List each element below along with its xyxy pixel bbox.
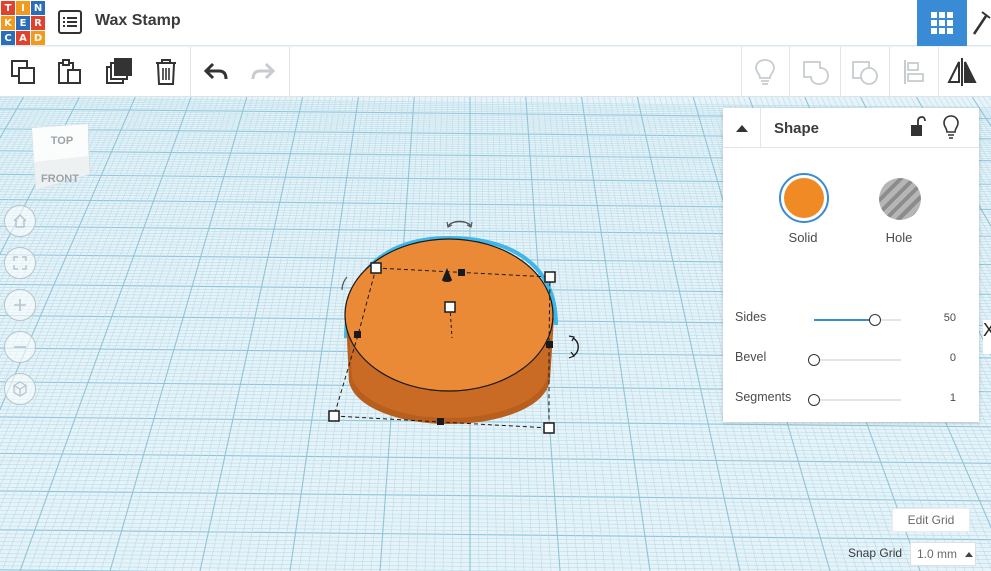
trash-icon [156,59,176,85]
toolbar [0,47,991,97]
ungroup-icon [852,61,878,85]
zoom-in-icon [14,299,26,311]
logo-letter: T [1,1,15,15]
slider-knob[interactable] [808,354,820,366]
paste-icon [58,59,81,84]
prop-value-bevel[interactable]: 0 [926,352,956,364]
group-icon [803,61,829,85]
snap-grid-select[interactable]: 1.0 mm [910,542,976,566]
paste-button[interactable] [46,47,92,97]
title-bar: TIN KER CAD Wax Stamp [0,0,991,46]
undo-button[interactable] [193,47,239,97]
undo-icon [203,62,228,80]
shape-inspector-panel: Shape Solid Hole Sides 50 Bevel 0 Segments 1 [723,108,979,422]
hole-pattern-icon [879,178,921,220]
shape-panel-header: Shape [723,108,979,148]
logo-letter: D [31,31,45,45]
prop-value-sides[interactable]: 50 [926,312,956,324]
solid-color-icon [784,178,824,218]
hammer-icon[interactable] [970,8,991,38]
grid-view-icon [931,12,953,34]
duplicate-button[interactable] [96,47,142,97]
caret-up-icon [965,551,974,557]
zoom-out-icon [14,346,26,348]
edit-grid-button[interactable]: Edit Grid [892,508,970,532]
project-title[interactable]: Wax Stamp [95,12,181,30]
group-button[interactable] [793,47,839,97]
copy-icon [11,60,35,84]
view-cube-top-label[interactable]: TOP [51,135,73,147]
ungroup-button[interactable] [842,47,888,97]
logo-letter: C [1,31,15,45]
duplicate-icon [106,58,132,84]
zoom-in-button[interactable] [4,289,36,321]
logo-letter: E [16,16,30,30]
mirror-button[interactable] [939,47,985,97]
unlock-icon[interactable] [910,116,926,138]
hole-label: Hole [885,230,913,245]
perspective-button[interactable] [4,373,36,405]
logo-letter: R [31,16,45,30]
list-icon[interactable] [58,10,82,34]
prop-slider-bevel[interactable] [808,354,901,366]
align-icon [904,60,924,84]
lightbulb-icon [755,59,775,85]
home-view-button[interactable] [4,205,36,237]
home-icon [13,213,27,228]
mirror-icon [947,58,977,86]
hole-swatch-button[interactable] [875,174,923,222]
prop-label-bevel: Bevel [735,350,767,364]
view-cube[interactable]: TOP FRONT [28,120,92,200]
lightbulb-icon[interactable] [942,115,960,139]
tinkercad-logo[interactable]: TIN KER CAD [1,1,45,45]
snap-grid-label: Snap Grid [848,546,903,560]
solid-label: Solid [788,230,818,245]
logo-letter: K [1,16,15,30]
prop-slider-sides[interactable] [814,314,901,326]
caret-up-icon [735,125,748,132]
delete-button[interactable] [143,47,189,97]
panel-edge-glyph[interactable]: X [983,320,991,354]
solid-swatch-button[interactable] [779,173,829,223]
redo-icon [251,62,276,80]
snap-grid-value: 1.0 mm [917,547,958,561]
fit-view-button[interactable] [4,247,36,279]
view-cube-front-label[interactable]: FRONT [41,173,79,185]
prop-slider-segments[interactable] [808,394,901,406]
slider-knob[interactable] [868,314,881,326]
align-button[interactable] [891,47,937,97]
slider-knob[interactable] [808,394,820,406]
logo-letter: A [16,31,30,45]
fit-view-icon [13,256,27,270]
logo-letter: N [31,1,45,15]
notes-button[interactable] [742,47,788,97]
logo-letter: I [16,1,30,15]
copy-button[interactable] [0,47,46,97]
grid-view-button[interactable] [917,0,967,46]
perspective-icon [13,381,27,397]
zoom-out-button[interactable] [4,331,36,363]
shape-panel-title: Shape [774,120,820,137]
prop-label-sides: Sides [735,310,767,324]
redo-button[interactable] [240,47,286,97]
collapse-panel-button[interactable] [723,108,761,148]
prop-value-segments[interactable]: 1 [926,392,956,404]
prop-label-segments: Segments [735,390,792,404]
